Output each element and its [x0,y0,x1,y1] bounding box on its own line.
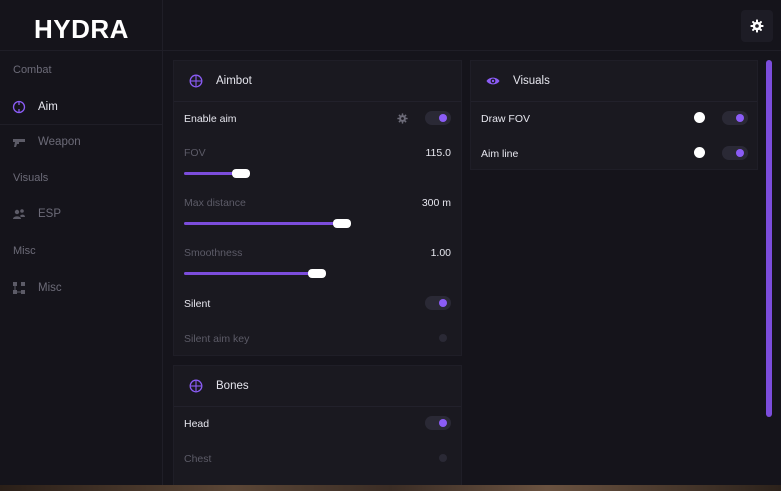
smoothness-value: 1.00 [430,247,451,259]
panel-title: Visuals [513,75,550,87]
draw-fov-row: Draw FOV [471,111,757,127]
panel-title: Bones [216,380,249,392]
enable-aim-label: Enable aim [184,113,237,125]
max-distance-row: Max distance 300 m [174,197,461,228]
slider-knob[interactable] [333,219,351,228]
sidebar-item-label: ESP [38,208,62,220]
app-window: HYDRA Combat Aim Weapon Visuals ESP Misc… [0,0,781,486]
silent-aim-key-toggle[interactable] [425,331,451,345]
crosshair-icon [12,100,26,114]
gear-icon[interactable] [397,113,408,124]
sidebar-item-esp[interactable]: ESP [0,197,162,231]
settings-button[interactable] [741,10,773,42]
silent-row: Silent [174,296,461,312]
slider-knob[interactable] [232,169,250,178]
sidebar-item-weapon[interactable]: Weapon [0,125,162,159]
sidebar-item-aim[interactable]: Aim [0,90,162,125]
fov-label: FOV [184,147,206,159]
bones-panel: Bones Head Chest [173,365,462,486]
sidebar-item-misc[interactable]: Misc [0,271,162,305]
aim-line-toggle[interactable] [722,146,748,160]
chest-toggle[interactable] [425,451,451,465]
slider-fill [184,272,312,275]
aim-line-label: Aim line [481,148,519,160]
chest-label: Chest [184,453,212,465]
section-label-misc: Misc [13,245,36,257]
app-logo: HYDRA [34,14,129,44]
aim-line-row: Aim line [471,146,757,162]
head-toggle[interactable] [425,416,451,430]
slider-knob[interactable] [308,269,326,278]
smoothness-slider[interactable] [184,269,326,278]
head-row: Head [174,416,461,432]
aimbot-panel-header: Aimbot [174,61,461,102]
enable-aim-row: Enable aim [174,111,461,127]
section-label-visuals: Visuals [13,172,49,184]
chest-row: Chest [174,451,461,467]
section-label-combat: Combat [13,64,52,76]
smoothness-label: Smoothness [184,247,243,259]
max-distance-value: 300 m [421,197,451,209]
draw-fov-label: Draw FOV [481,113,531,125]
aimbot-panel: Aimbot Enable aim FOV 115.0 Max distance… [173,60,462,356]
visuals-panel: Visuals Draw FOV Aim line [470,60,758,170]
nodes-icon [13,282,25,294]
silent-toggle[interactable] [425,296,451,310]
fov-value: 115.0 [425,147,452,159]
crosshair-icon [189,379,203,393]
users-icon [13,209,25,219]
divider [0,50,162,51]
panel-title: Aimbot [216,75,252,87]
scrollbar-thumb[interactable] [766,60,772,417]
slider-fill [184,222,336,225]
sidebar-item-label: Aim [38,101,58,113]
smoothness-row: Smoothness 1.00 [174,247,461,278]
sidebar-item-label: Weapon [38,136,81,148]
gear-icon [750,19,764,33]
silent-aim-key-label: Silent aim key [184,333,250,345]
sidebar-item-label: Misc [38,282,62,294]
color-picker[interactable] [694,147,705,158]
max-distance-label: Max distance [184,197,246,209]
visuals-panel-header: Visuals [471,61,757,102]
background-scene [0,485,781,491]
max-distance-slider[interactable] [184,219,351,228]
head-label: Head [184,418,210,430]
eye-icon [486,77,500,85]
color-picker[interactable] [694,112,705,123]
sidebar: HYDRA Combat Aim Weapon Visuals ESP Misc… [0,0,163,485]
divider [163,50,781,51]
slider-fill [184,172,236,175]
fov-row: FOV 115.0 [174,147,461,178]
silent-label: Silent [184,298,211,310]
enable-aim-toggle[interactable] [425,111,451,125]
crosshair-icon [189,74,203,88]
bones-panel-header: Bones [174,366,461,407]
draw-fov-toggle[interactable] [722,111,748,125]
gun-icon [13,139,25,147]
fov-slider[interactable] [184,169,250,178]
silent-aim-key-row: Silent aim key [174,331,461,347]
